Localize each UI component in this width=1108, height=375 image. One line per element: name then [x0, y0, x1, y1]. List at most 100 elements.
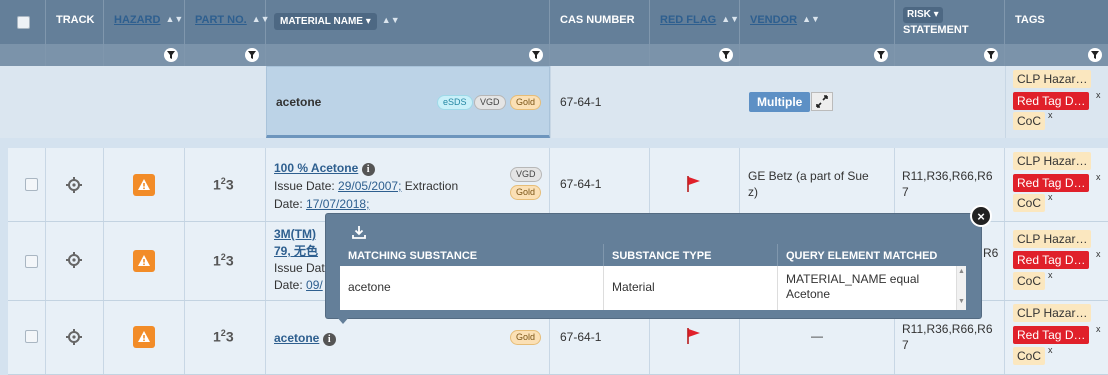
- tag-coc[interactable]: CoC: [1013, 272, 1046, 290]
- gold-badge[interactable]: Gold: [510, 185, 542, 200]
- vgd-badge[interactable]: VGD: [510, 167, 542, 182]
- row-checkbox[interactable]: [25, 330, 38, 343]
- col-risk-pill[interactable]: RISK ▾: [903, 7, 943, 23]
- tag-clp-hazard[interactable]: CLP Hazar…: [1013, 152, 1092, 170]
- tag-red-tag[interactable]: Red Tag D…: [1013, 92, 1090, 110]
- row-checkbox[interactable]: [25, 178, 38, 191]
- material-link-line-2[interactable]: 79, 无色: [274, 244, 318, 258]
- tag-remove-icon[interactable]: x: [1096, 90, 1101, 100]
- scroll-up-icon[interactable]: ▲: [957, 268, 966, 276]
- info-icon[interactable]: i: [322, 333, 336, 346]
- tag-coc[interactable]: CoC: [1013, 194, 1046, 212]
- col-part-no[interactable]: PART NO. ▲▼: [185, 0, 270, 44]
- filter-funnel-icon[interactable]: [719, 48, 733, 62]
- col-track-label: TRACK: [56, 14, 95, 26]
- vendor-line-2: z): [748, 185, 758, 199]
- filter-funnel-icon[interactable]: [1088, 48, 1102, 62]
- filter-funnel-icon[interactable]: [245, 48, 259, 62]
- col-part-no-label[interactable]: PART NO.: [195, 14, 247, 26]
- col-hazard-label[interactable]: HAZARD: [114, 14, 160, 26]
- tag-remove-icon[interactable]: x: [1096, 324, 1101, 334]
- expand-icon[interactable]: [811, 92, 833, 111]
- target-icon[interactable]: [66, 252, 82, 268]
- vgd-badge[interactable]: VGD: [474, 95, 506, 110]
- tag-red-tag[interactable]: Red Tag D…: [1013, 326, 1090, 344]
- filter-funnel-icon[interactable]: [529, 48, 543, 62]
- warning-icon[interactable]: [133, 174, 155, 196]
- scroll-down-icon[interactable]: ▼: [957, 298, 966, 306]
- number-icon[interactable]: 123: [213, 176, 234, 193]
- select-all-checkbox[interactable]: [17, 16, 30, 29]
- filter-funnel-icon[interactable]: [984, 48, 998, 62]
- red-flag-icon[interactable]: [686, 327, 702, 345]
- risk-line-1: R11,R36,R66,R6: [902, 322, 993, 336]
- close-icon[interactable]: ×: [970, 205, 992, 227]
- row-checkbox[interactable]: [25, 255, 38, 268]
- popup-scrollbar[interactable]: ▲ ▼: [956, 266, 966, 310]
- col-hazard[interactable]: HAZARD ▲▼: [104, 0, 185, 44]
- tag-coc[interactable]: CoC: [1013, 347, 1046, 365]
- vendor-multiple-button[interactable]: Multiple: [749, 92, 811, 112]
- date-link[interactable]: 09/: [306, 278, 323, 292]
- sort-icon[interactable]: ▲▼: [165, 14, 183, 24]
- tag-remove-icon[interactable]: x: [1048, 110, 1053, 120]
- tag-remove-icon[interactable]: x: [1096, 172, 1101, 182]
- sort-icon[interactable]: ▲▼: [721, 14, 739, 24]
- tag-red-tag[interactable]: Red Tag D…: [1013, 251, 1090, 269]
- tag-remove-icon[interactable]: x: [1048, 345, 1053, 355]
- red-flag-icon[interactable]: [686, 175, 702, 193]
- esds-badge[interactable]: eSDS: [437, 95, 473, 110]
- filter-funnel-icon[interactable]: [164, 48, 178, 62]
- row-flag-cell: [650, 148, 740, 221]
- info-icon[interactable]: i: [361, 163, 375, 176]
- filter-funnel-icon[interactable]: [874, 48, 888, 62]
- target-icon[interactable]: [66, 329, 82, 345]
- number-icon[interactable]: 123: [213, 252, 234, 269]
- col-track: TRACK: [46, 0, 104, 44]
- risk-partial: R6: [983, 246, 999, 260]
- group-material-cell[interactable]: acetone eSDS VGD Gold: [266, 66, 550, 138]
- grid-header: TRACK HAZARD ▲▼ PART NO. ▲▼ MATERIAL NAME …: [0, 0, 1108, 66]
- tag-red-tag[interactable]: Red Tag D…: [1013, 174, 1090, 192]
- filter-cell-risk: [895, 44, 1005, 66]
- extraction-date-link[interactable]: 17/07/2018;: [306, 197, 369, 211]
- group-row[interactable]: acetone eSDS VGD Gold 67-64-1 CLP Hazar……: [0, 66, 1108, 138]
- tag-remove-icon[interactable]: x: [1096, 249, 1101, 259]
- table-row[interactable]: 123 100 % Acetone i Issue Date: 29/05/20…: [8, 148, 1108, 222]
- tag-clp-hazard[interactable]: CLP Hazar…: [1013, 304, 1092, 322]
- warning-icon[interactable]: [133, 250, 155, 272]
- sort-icon[interactable]: ▲▼: [382, 15, 400, 25]
- material-info: 100 % Acetone i Issue Date: 29/05/2007; …: [274, 159, 458, 213]
- col-vendor[interactable]: VENDOR ▲▼: [740, 0, 895, 44]
- material-link[interactable]: 100 % Acetone: [274, 161, 358, 175]
- tag-clp-hazard[interactable]: CLP Hazar…: [1013, 70, 1092, 88]
- popup-cell-type: Material: [604, 266, 778, 310]
- material-link[interactable]: 3M(TM): [274, 227, 316, 241]
- sort-icon[interactable]: ▲▼: [802, 14, 820, 24]
- gold-badge[interactable]: Gold: [510, 330, 542, 345]
- tag-remove-icon[interactable]: x: [1048, 192, 1053, 202]
- tag-clp-hazard[interactable]: CLP Hazar…: [1013, 230, 1092, 248]
- issue-date-link[interactable]: 29/05/2007;: [338, 179, 401, 193]
- filter-cell-material: [266, 44, 550, 66]
- number-icon[interactable]: 123: [213, 328, 234, 345]
- download-icon[interactable]: [352, 225, 366, 239]
- col-risk-statement[interactable]: RISK ▾ STATEMENT: [895, 0, 1005, 44]
- col-material-name-label[interactable]: MATERIAL NAME ▾: [274, 13, 377, 30]
- tag-remove-icon[interactable]: x: [1048, 270, 1053, 280]
- filter-cell-select: [0, 44, 46, 66]
- gold-badge[interactable]: Gold: [510, 95, 542, 110]
- col-material-name[interactable]: MATERIAL NAME ▾ ▲▼: [266, 0, 550, 44]
- select-all-cell: [0, 0, 46, 44]
- target-icon[interactable]: [66, 177, 82, 193]
- col-cas-label: CAS NUMBER: [560, 14, 635, 26]
- warning-icon[interactable]: [133, 326, 155, 348]
- risk-statement: R11,R36,R66,R6 7: [902, 168, 993, 200]
- material-link[interactable]: acetone: [274, 331, 319, 345]
- row-track-cell: [46, 301, 104, 374]
- col-red-flag[interactable]: RED FLAG ▲▼: [650, 0, 740, 44]
- risk-line-1: R11,R36,R66,R6: [902, 169, 993, 183]
- tag-coc[interactable]: CoC: [1013, 112, 1046, 130]
- col-vendor-label[interactable]: VENDOR: [750, 14, 797, 26]
- col-red-flag-label[interactable]: RED FLAG: [660, 14, 716, 26]
